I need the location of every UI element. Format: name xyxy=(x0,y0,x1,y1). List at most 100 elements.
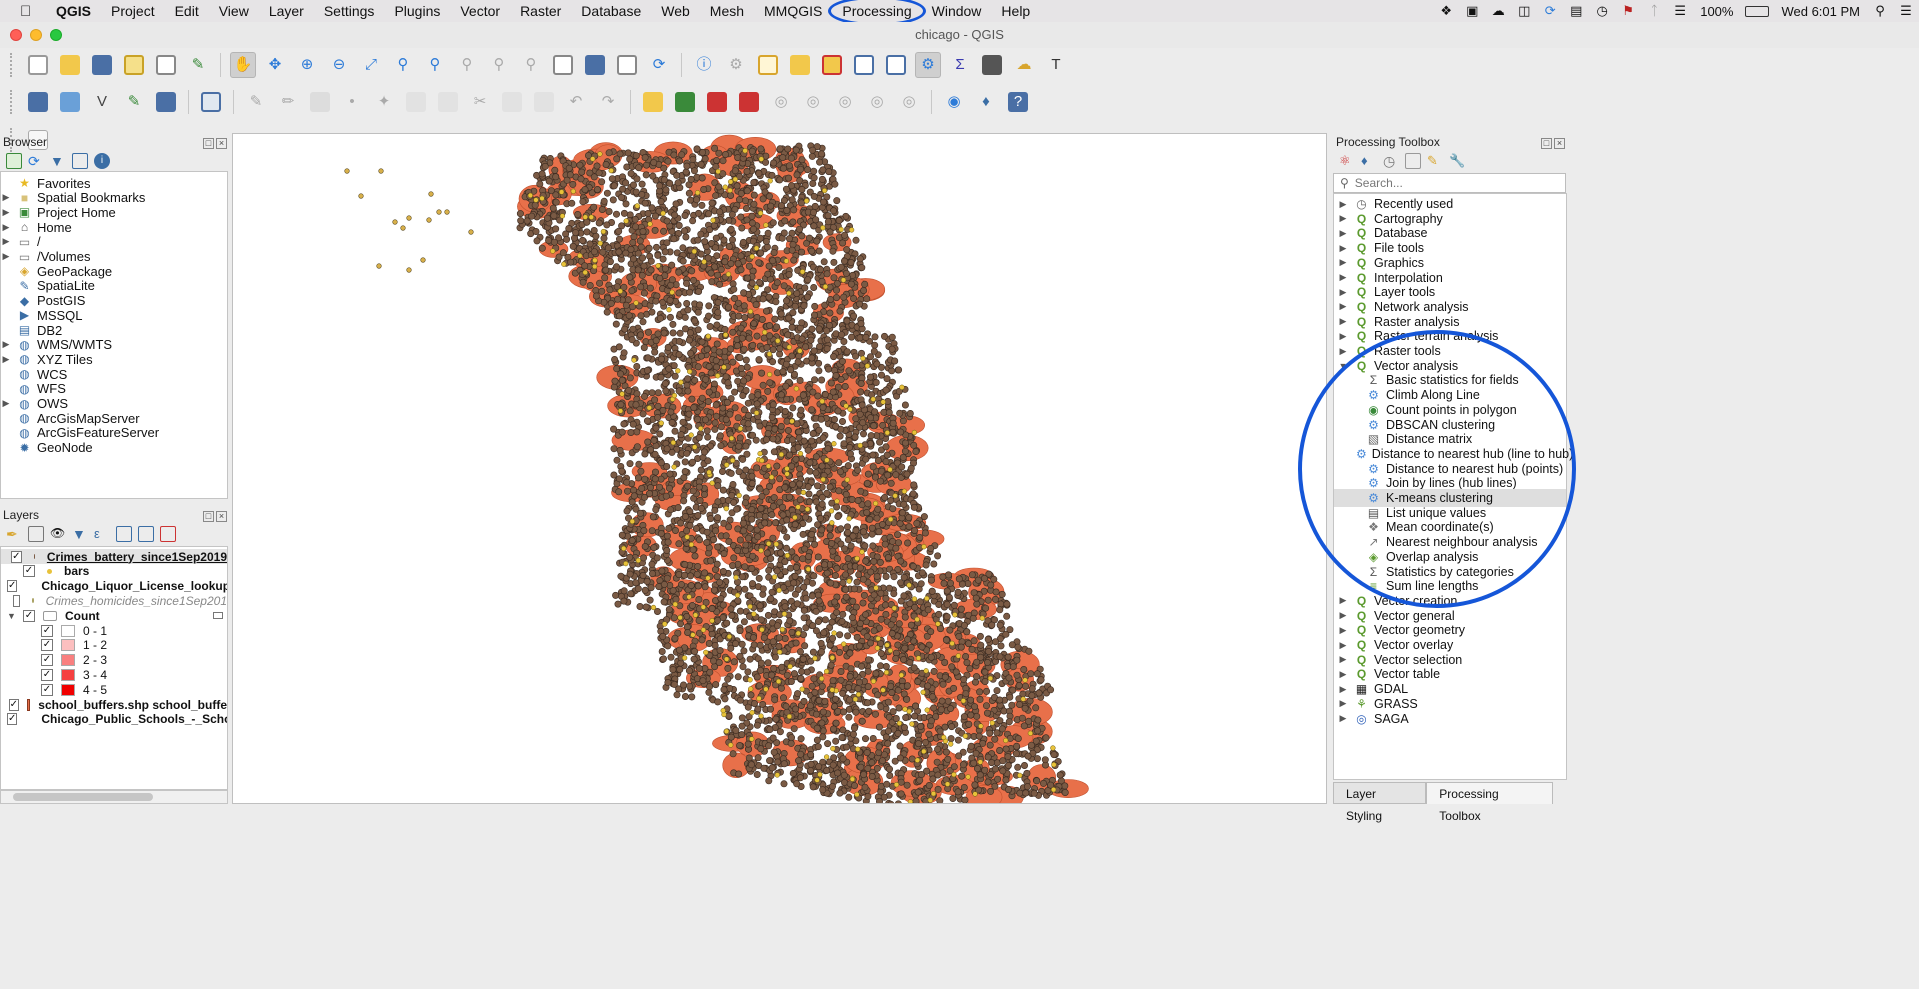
layer-visibility-checkbox[interactable]: ✓ xyxy=(23,609,35,622)
label-tool-icon[interactable] xyxy=(640,89,666,115)
collapse-all-icon[interactable] xyxy=(138,526,154,542)
layer-visibility-checkbox[interactable]: ✓ xyxy=(41,668,53,681)
expand-arrow-icon[interactable]: ▶ xyxy=(1,354,11,365)
battery-icon[interactable] xyxy=(1745,5,1770,17)
menu-processing[interactable]: Processing xyxy=(828,0,926,26)
dropbox-icon[interactable]: ❖ xyxy=(1438,4,1454,18)
style-manager-icon[interactable]: ✎ xyxy=(185,52,211,78)
zoom-last-icon[interactable]: ⚲ xyxy=(486,52,512,78)
legend-class-row[interactable]: ✓ 4 - 5 xyxy=(1,682,227,697)
expression-filter-icon[interactable]: ε xyxy=(94,526,110,542)
open-project-icon[interactable] xyxy=(57,52,83,78)
field-calculator-icon[interactable] xyxy=(883,52,909,78)
menu-raster[interactable]: Raster xyxy=(510,0,571,22)
expand-all-icon[interactable] xyxy=(116,526,132,542)
zoom-out-icon[interactable]: ⊖ xyxy=(326,52,352,78)
undo-icon[interactable]: ↶ xyxy=(563,89,589,115)
layout-manager-icon[interactable] xyxy=(153,52,179,78)
flag-icon[interactable]: ⚑ xyxy=(1620,4,1636,18)
expand-arrow-icon[interactable]: ▶ xyxy=(1,192,11,203)
document-icon[interactable]: ◫ xyxy=(1516,4,1532,18)
deselect-icon[interactable] xyxy=(819,52,845,78)
new-project-icon[interactable] xyxy=(25,52,51,78)
layer-row[interactable]: ✓ Chicago_Public_Schools_-_Schoc xyxy=(1,712,227,727)
vertex-tool-icon[interactable]: ✦ xyxy=(371,89,397,115)
new-temporary-layer-icon[interactable] xyxy=(153,89,179,115)
search-icon[interactable]: ⚲ xyxy=(1872,4,1888,18)
pan-icon[interactable]: ✋ xyxy=(230,52,256,78)
menu-view[interactable]: View xyxy=(209,0,259,22)
style-manager-icon[interactable]: ✒ xyxy=(6,526,22,542)
layer-row[interactable]: ✓ Chicago_Liquor_License_lookup (1 xyxy=(1,579,227,594)
layer-row[interactable]: ▼ ✓ Count xyxy=(1,608,227,623)
layer-visibility-checkbox[interactable] xyxy=(13,594,20,607)
layer-visibility-checkbox[interactable]: ✓ xyxy=(41,639,53,652)
legend-class-row[interactable]: ✓ 0 - 1 xyxy=(1,623,227,638)
time-machine-icon[interactable]: ◷ xyxy=(1594,4,1610,18)
layer-visibility-checkbox[interactable]: ✓ xyxy=(41,683,53,696)
toolbar-handle[interactable] xyxy=(10,53,16,77)
identify-icon[interactable]: ⓘ xyxy=(691,52,717,78)
expand-arrow-icon[interactable]: ▶ xyxy=(1,339,11,350)
scrollbar-thumb[interactable] xyxy=(13,793,153,801)
add-group-icon[interactable] xyxy=(28,526,44,542)
save-edits-icon[interactable] xyxy=(307,89,333,115)
zoom-to-selection-icon[interactable]: ⚲ xyxy=(390,52,416,78)
browser-item-geonode[interactable]: ✹ GeoNode xyxy=(1,439,92,457)
select-features-icon[interactable] xyxy=(755,52,781,78)
layer-visibility-checkbox[interactable]: ✓ xyxy=(7,580,18,593)
apple-icon[interactable]:  xyxy=(20,3,40,20)
delete-selected-icon[interactable] xyxy=(435,89,461,115)
menu-vector[interactable]: Vector xyxy=(450,0,510,22)
highlight-pinned-labels-icon[interactable] xyxy=(704,89,730,115)
legend-class-row[interactable]: ✓ 2 - 3 xyxy=(1,653,227,668)
processing-toolbox-icon[interactable]: ⚙ xyxy=(915,52,941,78)
new-map-view-icon[interactable] xyxy=(550,52,576,78)
add-selected-layers-icon[interactable] xyxy=(6,153,22,169)
zoom-in-icon[interactable]: ⊕ xyxy=(294,52,320,78)
expand-arrow-icon[interactable]: ▶ xyxy=(1,398,11,409)
legend-class-row[interactable]: ✓ 3 - 4 xyxy=(1,667,227,682)
menu-window[interactable]: Window xyxy=(922,0,992,22)
expand-arrow-icon[interactable]: ▶ xyxy=(1,207,11,218)
layer-row[interactable]: ✓ Crimes_battery_since1Sep2019 xyxy=(1,549,227,564)
float-panel-button[interactable]: □ xyxy=(203,138,214,149)
new-shapefile-layer-icon[interactable]: V xyxy=(89,89,115,115)
layer-row[interactable]: ✓ bars xyxy=(1,564,227,579)
menu-layer[interactable]: Layer xyxy=(259,0,314,22)
notification-center-icon[interactable]: ☰ xyxy=(1898,4,1914,18)
menu-mesh[interactable]: Mesh xyxy=(700,0,754,22)
menu-project[interactable]: Project xyxy=(101,0,165,22)
menu-web[interactable]: Web xyxy=(651,0,700,22)
collapse-all-icon[interactable] xyxy=(72,153,88,169)
new-print-layout-icon[interactable] xyxy=(121,52,147,78)
pin-labels-icon[interactable] xyxy=(736,89,762,115)
statistics-icon[interactable]: Σ xyxy=(947,52,973,78)
python-console-icon[interactable]: ♦ xyxy=(973,89,999,115)
expand-arrow-icon[interactable]: ▼ xyxy=(1,611,23,621)
filter-icon[interactable]: ▼ xyxy=(50,153,66,169)
float-panel-button[interactable]: □ xyxy=(203,511,214,522)
layer-visibility-checkbox[interactable]: ✓ xyxy=(41,654,53,667)
measure-icon[interactable] xyxy=(979,52,1005,78)
run-action-icon[interactable]: ⚙ xyxy=(723,52,749,78)
layer-visibility-checkbox[interactable]: ✓ xyxy=(8,698,20,711)
menu-database[interactable]: Database xyxy=(571,0,651,22)
new-bookmark-icon[interactable] xyxy=(582,52,608,78)
layer-visibility-checkbox[interactable]: ✓ xyxy=(7,713,18,726)
layers-horizontal-scrollbar[interactable] xyxy=(0,790,228,804)
current-edits-icon[interactable]: ✎ xyxy=(243,89,269,115)
menu-edit[interactable]: Edit xyxy=(165,0,209,22)
expand-arrow-icon[interactable]: ▶ xyxy=(1,222,11,233)
visibility-icon[interactable]: 👁 xyxy=(50,526,66,542)
remove-layer-icon[interactable] xyxy=(160,526,176,542)
expand-arrow-icon[interactable]: ▶ xyxy=(1,251,11,262)
layer-visibility-checkbox[interactable]: ✓ xyxy=(11,550,22,563)
paste-features-icon[interactable] xyxy=(531,89,557,115)
show-bookmarks-icon[interactable] xyxy=(614,52,640,78)
metasearch-icon[interactable]: ◉ xyxy=(941,89,967,115)
copy-features-icon[interactable] xyxy=(499,89,525,115)
menu-mmqgis[interactable]: MMQGIS xyxy=(754,0,832,22)
save-project-icon[interactable] xyxy=(89,52,115,78)
move-label-icon[interactable]: ◎ xyxy=(800,89,826,115)
